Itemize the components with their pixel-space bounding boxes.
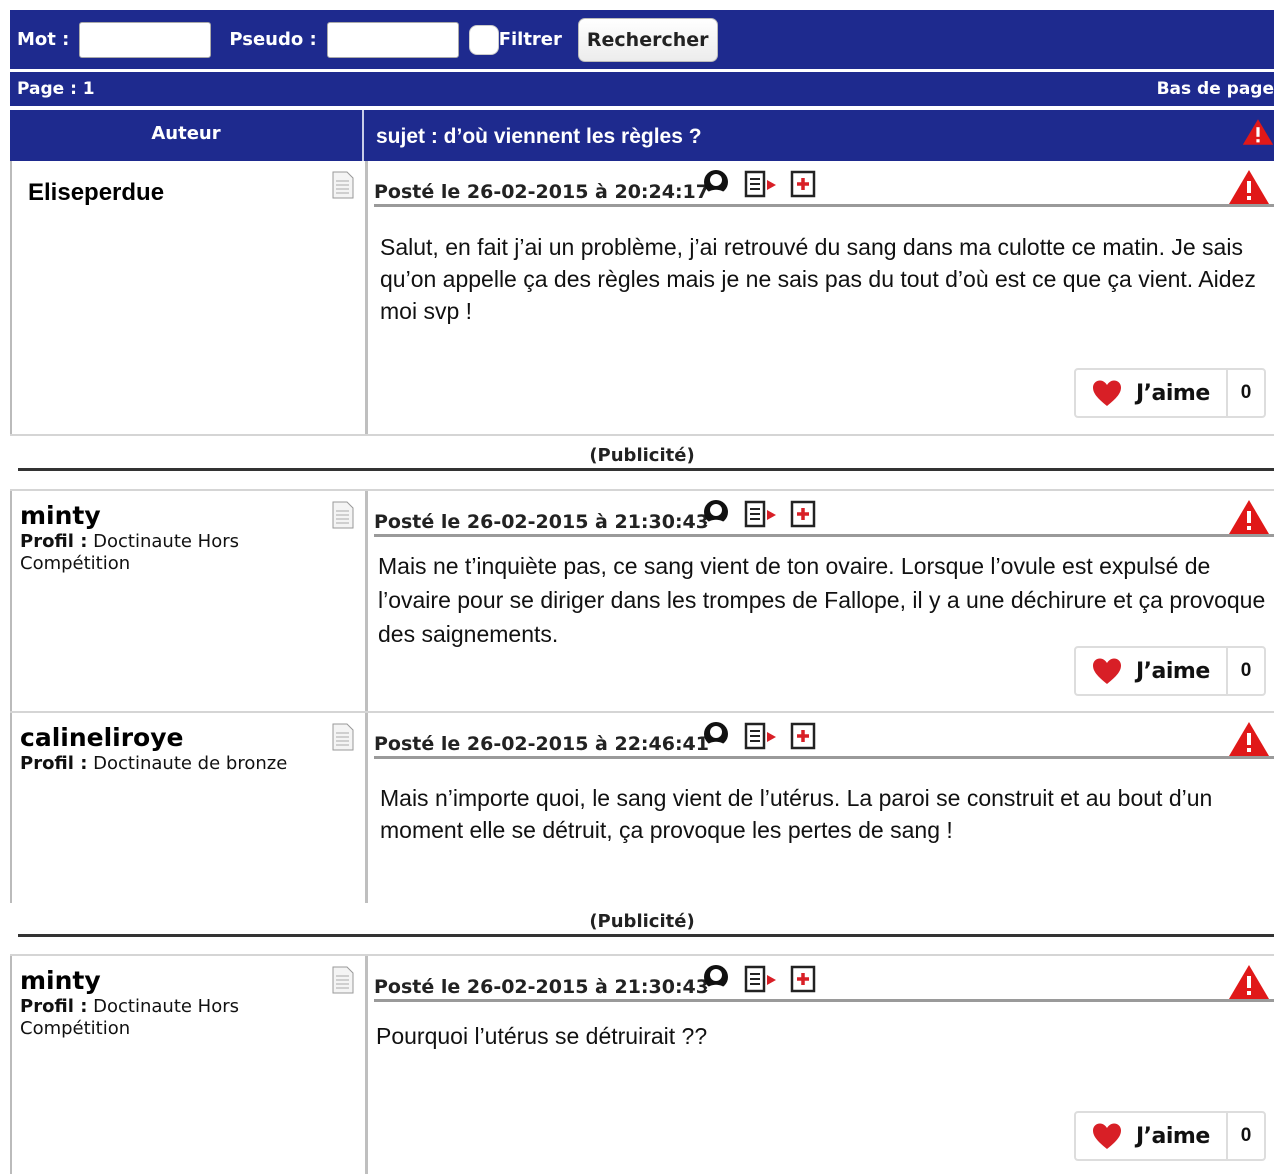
post-actions: [700, 721, 816, 751]
mot-input[interactable]: [79, 21, 212, 58]
like-count: 0: [1226, 370, 1264, 416]
post-date: Posté le 26-02-2015 à 21:30:43: [374, 976, 709, 998]
document-icon[interactable]: [332, 171, 354, 199]
send-message-icon[interactable]: [744, 722, 778, 750]
author-profile: Profil : Doctinaute Hors Compétition: [20, 531, 310, 575]
post-header-rule: [374, 999, 1274, 1002]
like-label: J’aime: [1136, 380, 1210, 406]
profile-icon[interactable]: [700, 169, 732, 199]
heart-icon: [1093, 1123, 1121, 1149]
page-indicator: Page : 1: [17, 79, 95, 99]
ad-label: (Publicité): [589, 911, 695, 932]
column-divider: [365, 713, 368, 903]
bottom-of-page-link[interactable]: Bas de page: [1157, 79, 1274, 99]
post-actions: [700, 499, 816, 529]
pseudo-label: Pseudo :: [229, 29, 317, 50]
send-message-icon[interactable]: [744, 170, 778, 198]
like-count: 0: [1226, 648, 1264, 694]
post-actions: [700, 964, 816, 994]
post-header-rule: [374, 534, 1274, 537]
forum-post: Eliseperdue Posté le 26-02-2015 à 20:24:…: [10, 161, 1274, 434]
post-date: Posté le 26-02-2015 à 22:46:41: [374, 733, 709, 755]
add-favorite-icon[interactable]: [790, 965, 816, 993]
report-alert-icon[interactable]: [1242, 116, 1274, 148]
post-message: Mais n’importe quoi, le sang vient de l’…: [380, 785, 1213, 843]
column-divider: [365, 491, 368, 711]
profile-icon[interactable]: [700, 964, 732, 994]
post-date: Posté le 26-02-2015 à 20:24:17: [374, 181, 709, 203]
post-header-rule: [374, 756, 1274, 759]
profile-label: Profil :: [20, 996, 88, 1017]
column-divider: [365, 161, 368, 434]
post-date: Posté le 26-02-2015 à 21:30:43: [374, 511, 709, 533]
like-button[interactable]: J’aime 0: [1074, 1111, 1266, 1161]
pseudo-input[interactable]: [326, 21, 459, 58]
ad-label: (Publicité): [589, 445, 695, 466]
search-button[interactable]: Rechercher: [577, 17, 718, 62]
report-alert-icon[interactable]: [1228, 964, 1270, 1000]
author-profile: Profil : Doctinaute de bronze: [20, 753, 320, 775]
heart-icon: [1093, 658, 1121, 684]
row-separator: [10, 434, 1274, 436]
column-divider: [365, 956, 368, 1174]
forum-post: minty Profil : Doctinaute Hors Compétiti…: [10, 491, 1274, 711]
like-label: J’aime: [1136, 1123, 1210, 1149]
document-icon[interactable]: [332, 723, 354, 751]
search-bar: Mot : Pseudo : Filtrer Rechercher: [10, 10, 1274, 69]
add-favorite-icon[interactable]: [790, 170, 816, 198]
page-bar: Page : 1 Bas de page: [10, 72, 1274, 106]
author-name[interactable]: minty: [20, 966, 101, 995]
forum-post: calineliroye Profil : Doctinaute de bron…: [10, 713, 1274, 903]
topic-header: Auteur sujet : d’où viennent les règles …: [10, 110, 1274, 161]
filter-label: Filtrer: [498, 29, 562, 50]
author-name[interactable]: Eliseperdue: [28, 179, 164, 207]
like-count: 0: [1226, 1113, 1264, 1159]
forum-post: minty Profil : Doctinaute Hors Compétiti…: [10, 956, 1274, 1174]
profile-icon[interactable]: [700, 721, 732, 751]
author-name[interactable]: calineliroye: [20, 723, 183, 752]
profile-icon[interactable]: [700, 499, 732, 529]
document-icon[interactable]: [332, 501, 354, 529]
ad-rule: [18, 468, 1274, 471]
ad-rule: [18, 934, 1274, 937]
profile-label: Profil :: [20, 531, 88, 552]
add-favorite-icon[interactable]: [790, 500, 816, 528]
post-message: Mais ne t’inquiète pas, ce sang vient de…: [378, 553, 1266, 647]
like-button[interactable]: J’aime 0: [1074, 646, 1266, 696]
mot-label: Mot :: [17, 29, 70, 50]
add-favorite-icon[interactable]: [790, 722, 816, 750]
report-alert-icon[interactable]: [1228, 721, 1270, 757]
document-icon[interactable]: [332, 966, 354, 994]
report-alert-icon[interactable]: [1228, 499, 1270, 535]
topic-subject: sujet : d’où viennent les règles ?: [376, 125, 702, 148]
author-column-header: Auteur: [10, 110, 364, 161]
like-button[interactable]: J’aime 0: [1074, 368, 1266, 418]
report-alert-icon[interactable]: [1228, 169, 1270, 205]
filter-checkbox[interactable]: [468, 24, 499, 55]
post-header-rule: [374, 204, 1274, 207]
like-label: J’aime: [1136, 658, 1210, 684]
post-message: Salut, en fait j’ai un problème, j’ai re…: [380, 234, 1256, 324]
send-message-icon[interactable]: [744, 965, 778, 993]
author-profile: Profil : Doctinaute Hors Compétition: [20, 996, 310, 1040]
profile-rank: Doctinaute de bronze: [93, 753, 288, 774]
author-name[interactable]: minty: [20, 501, 101, 530]
post-message: Pourquoi l’utérus se détruirait ??: [376, 1023, 708, 1049]
heart-icon: [1093, 380, 1121, 406]
post-actions: [700, 169, 816, 199]
profile-label: Profil :: [20, 753, 88, 774]
send-message-icon[interactable]: [744, 500, 778, 528]
